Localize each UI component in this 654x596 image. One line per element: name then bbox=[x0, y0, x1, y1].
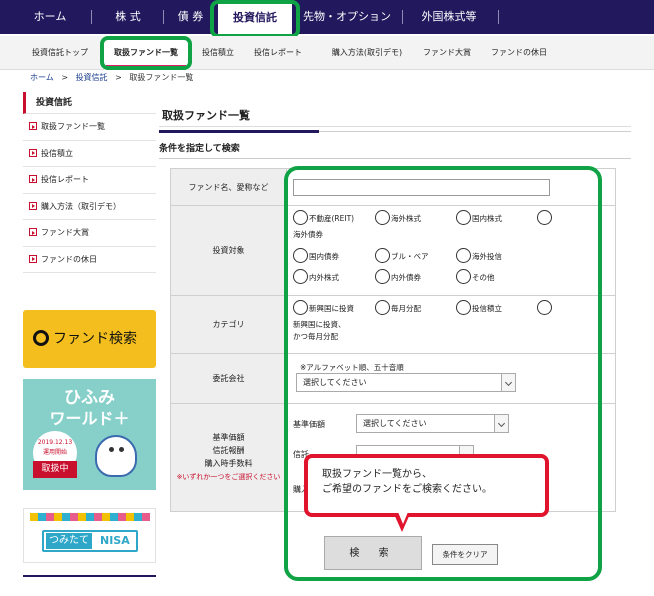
sub-navigation: 投資信託トップ 取扱ファンド一覧 投信積立 投信レポート 購入方法(取引デモ) … bbox=[0, 36, 654, 70]
topnav-divider bbox=[163, 10, 164, 24]
bunting-decoration-icon bbox=[30, 513, 150, 521]
nisa-logo-prefix: つみたて bbox=[46, 533, 92, 549]
sidebar-item-label: 取扱ファンド一覧 bbox=[41, 122, 105, 131]
hifumi-world-banner[interactable]: ひふみ ワールド＋ 2019.12.13 運用開始 取扱中 bbox=[23, 379, 156, 490]
sidebar: 投資信託 取扱ファンド一覧 投信積立 投信レポート 購入方法（取引デモ） ファン… bbox=[23, 92, 156, 273]
topnav-divider bbox=[91, 10, 92, 24]
hifumi-subtitle: ワールド＋ bbox=[49, 409, 130, 428]
topnav-bonds[interactable]: 債 券 bbox=[168, 0, 213, 34]
breadcrumb-home[interactable]: ホーム bbox=[30, 73, 54, 82]
arrow-box-icon bbox=[29, 175, 37, 183]
mascot-eye-icon bbox=[119, 447, 124, 452]
fees-label-cell: 基準価額 信託報酬 購入時手数料 ※いずれか一つをご選択ください bbox=[170, 403, 287, 512]
sidebar-item-fund-list[interactable]: 取扱ファンド一覧 bbox=[23, 114, 156, 141]
instruction-callout: 取扱ファンド一覧から、 ご希望のファンドをご検索ください。 bbox=[304, 454, 549, 517]
breadcrumb-investment-trust[interactable]: 投資信託 bbox=[76, 73, 108, 82]
fund-search-label: ファンド検索 bbox=[53, 331, 137, 347]
breadcrumb-current: 取扱ファンド一覧 bbox=[129, 73, 194, 82]
sidebar-heading-label: 投資信託 bbox=[36, 98, 73, 108]
target-label: 投資対象 bbox=[170, 205, 287, 296]
sidebar-item-label: ファンド大賞 bbox=[41, 228, 89, 237]
subnav-accumulation[interactable]: 投信積立 bbox=[194, 36, 242, 70]
fund-search-banner[interactable]: ファンド検索 bbox=[23, 310, 156, 368]
topnav-foreign-stocks[interactable]: 外国株式等 bbox=[406, 0, 492, 34]
fee-label-nav: 基準価額 bbox=[212, 433, 245, 442]
hifumi-date-note: 運用開始 bbox=[42, 449, 67, 456]
mascot-illustration-icon bbox=[95, 435, 137, 477]
callout-line-1: 取扱ファンド一覧から、 bbox=[322, 469, 432, 480]
subnav-purchase-demo[interactable]: 購入方法(取引デモ) bbox=[318, 36, 416, 70]
topnav-highlight-frame bbox=[210, 0, 300, 38]
top-navigation: ホーム 株 式 債 券 投資信託 先物・オプション 外国株式等 bbox=[0, 0, 654, 34]
topnav-home[interactable]: ホーム bbox=[20, 0, 80, 34]
topnav-divider bbox=[498, 10, 499, 24]
topnav-futures-options[interactable]: 先物・オプション bbox=[297, 0, 397, 34]
sidebar-heading[interactable]: 投資信託 bbox=[23, 92, 156, 114]
fee-note: ※いずれか一つをご選択ください bbox=[176, 473, 281, 481]
nisa-logo-text: NISA bbox=[100, 534, 130, 547]
sidebar-item-label: 投信レポート bbox=[41, 175, 89, 184]
sidebar-bottom-rule bbox=[23, 575, 156, 577]
sidebar-item-label: ファンドの休日 bbox=[41, 254, 97, 264]
sidebar-item-report[interactable]: 投信レポート bbox=[23, 167, 156, 194]
category-label: カテゴリ bbox=[170, 295, 287, 354]
sidebar-item-fund-award[interactable]: ファンド大賞 bbox=[23, 220, 156, 247]
callout-line-2: ご希望のファンドをご検索ください。 bbox=[322, 484, 492, 495]
breadcrumb: ホーム > 投資信託 > 取扱ファンド一覧 bbox=[30, 71, 193, 85]
breadcrumb-separator: > bbox=[115, 73, 122, 82]
arrow-box-icon bbox=[29, 254, 37, 263]
arrow-box-icon bbox=[29, 228, 37, 236]
search-icon bbox=[33, 330, 49, 346]
page-title-accent-bar bbox=[159, 130, 319, 133]
breadcrumb-separator: > bbox=[61, 73, 69, 82]
sidebar-item-fund-holidays[interactable]: ファンドの休日 bbox=[23, 247, 156, 273]
arrow-box-icon bbox=[29, 148, 37, 157]
arrow-box-icon bbox=[29, 122, 37, 130]
section-title: 条件を指定して検索 bbox=[159, 144, 240, 154]
trustee-label: 委託会社 bbox=[170, 353, 287, 404]
subnav-report[interactable]: 投信レポート bbox=[246, 36, 310, 70]
arrow-box-icon bbox=[29, 201, 37, 210]
fee-label-trust: 信託報酬 bbox=[212, 446, 245, 455]
form-highlight-frame bbox=[284, 166, 602, 581]
subnav-fund-top[interactable]: 投資信託トップ bbox=[20, 36, 100, 70]
sidebar-item-purchase-demo[interactable]: 購入方法（取引デモ） bbox=[23, 194, 156, 220]
hifumi-badge: 取扱中 bbox=[33, 461, 77, 478]
subnav-fund-holidays[interactable]: ファンドの休日 bbox=[482, 36, 556, 70]
mascot-eye-icon bbox=[109, 447, 114, 452]
fund-name-label: ファンド名、愛称など bbox=[170, 168, 287, 206]
hifumi-date: 2019.12.13 bbox=[37, 439, 73, 446]
nisa-logo: つみたて NISA bbox=[42, 530, 138, 552]
section-title-rule bbox=[159, 158, 631, 159]
topnav-stocks[interactable]: 株 式 bbox=[98, 0, 158, 34]
fee-label-purchase: 購入時手数料 bbox=[204, 459, 253, 468]
callout-tail-inner bbox=[398, 512, 408, 524]
page-title: 取扱ファンド一覧 bbox=[159, 104, 631, 127]
subnav-highlight-frame bbox=[100, 36, 192, 70]
subnav-fund-award[interactable]: ファンド大賞 bbox=[418, 36, 476, 70]
sidebar-item-label: 購入方法（取引デモ） bbox=[41, 201, 121, 211]
page-title-rule bbox=[319, 131, 631, 132]
topnav-divider bbox=[402, 10, 403, 24]
sidebar-item-accumulation[interactable]: 投信積立 bbox=[23, 141, 156, 167]
tsumitate-nisa-banner[interactable]: つみたて NISA bbox=[23, 508, 156, 563]
sidebar-item-label: 投信積立 bbox=[41, 148, 73, 158]
